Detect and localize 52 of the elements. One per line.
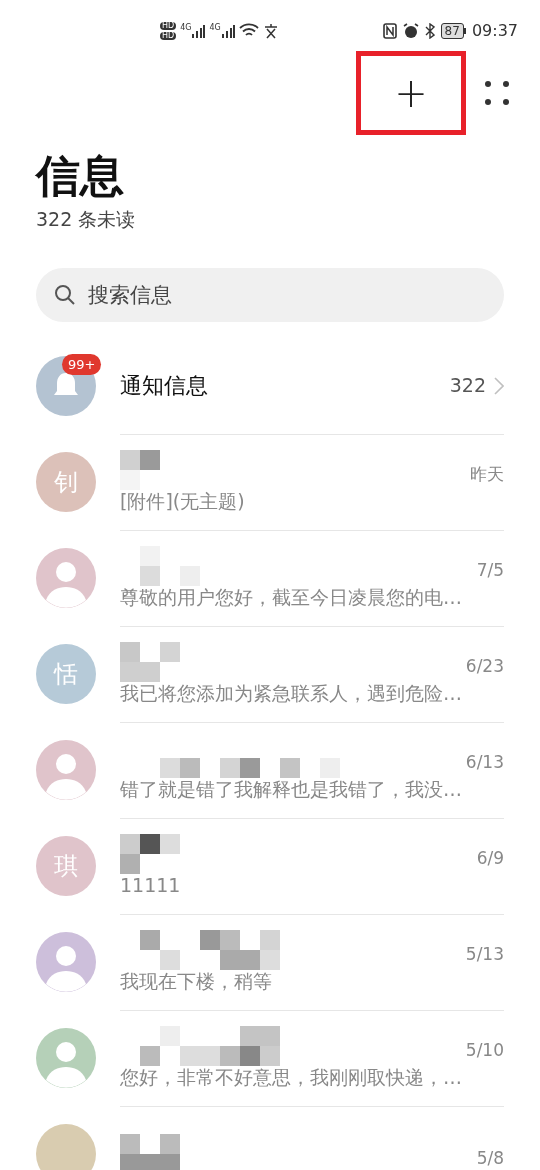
unread-count: 322 条未读	[36, 207, 137, 232]
avatar-letter: 恬	[54, 658, 78, 690]
chevron-right-icon	[494, 376, 504, 395]
avatar-letter: 琪	[54, 850, 78, 882]
conversation-date: 5/13	[465, 943, 504, 967]
search-icon	[54, 283, 76, 306]
conversation-row[interactable]: 7/5 尊敬的用户您好，截至今日凌晨您的电…	[36, 529, 504, 626]
page-title: 信息	[36, 149, 125, 203]
redacted-name-drawing	[120, 642, 180, 683]
conversation-row[interactable]: 琪 6/9 11111	[36, 817, 504, 914]
conversation-count: 322	[449, 373, 486, 399]
signal-icon	[220, 24, 235, 38]
conversation-date: 7/5	[476, 559, 504, 583]
signal-icon	[191, 24, 206, 38]
add-button[interactable]: +	[356, 51, 466, 135]
redacted-name-drawing	[120, 1134, 180, 1170]
battery-indicator: 87	[440, 23, 466, 39]
alarm-icon	[402, 23, 419, 39]
conversation-date: 5/10	[465, 1039, 504, 1063]
conversation-date: 6/23	[465, 655, 504, 679]
message-preview: 错了就是错了我解释也是我错了，我没…	[120, 778, 463, 802]
redacted-name-drawing	[120, 450, 160, 491]
avatar-letter: 钊	[54, 466, 78, 498]
bluetooth-icon	[424, 23, 435, 39]
network-type: 4G	[209, 24, 221, 32]
conversation-row[interactable]: 恬 6/23 我已将您添加为紧急联系人，遇到危险…	[36, 625, 504, 722]
conversation-date: 昨天	[470, 463, 504, 487]
unread-badge: 99+	[62, 353, 102, 375]
nfc-icon	[382, 23, 397, 39]
conversation-date: 6/13	[465, 751, 504, 775]
message-preview: 我现在下楼，稍等	[120, 970, 273, 994]
conversation-date: 6/9	[476, 847, 504, 871]
conversation-row[interactable]: 6/13 错了就是错了我解释也是我错了，我没…	[36, 721, 504, 818]
message-preview: 尊敬的用户您好，截至今日凌晨您的电…	[120, 586, 463, 610]
more-icon[interactable]	[484, 80, 510, 106]
message-preview: 11111	[120, 874, 182, 898]
message-preview: 您好，非常不好意思，我刚刚取快递，…	[120, 1066, 463, 1090]
conversation-row[interactable]: 钊 昨天 [附件](无主题)	[36, 433, 504, 530]
conversation-row[interactable]: 5/10 您好，非常不好意思，我刚刚取快递，…	[36, 1009, 504, 1106]
input-method-icon	[262, 23, 279, 39]
clock: 09:37	[471, 20, 518, 42]
network-type: 4G	[180, 24, 192, 32]
conversation-name: 通知信息	[120, 372, 208, 400]
notification-row[interactable]: 99+ 通知信息 322	[36, 337, 504, 434]
message-preview: 我已将您添加为紧急联系人，遇到危险…	[120, 682, 463, 706]
redacted-name-drawing	[120, 834, 180, 875]
search-field[interactable]: 搜索信息	[36, 267, 504, 322]
conversation-row[interactable]: 5/8	[36, 1105, 504, 1170]
conversation-date: 5/8	[476, 1147, 504, 1170]
conversation-row[interactable]: 5/13 我现在下楼，稍等	[36, 913, 504, 1010]
redacted-name-drawing	[140, 546, 200, 587]
message-preview: [附件](无主题)	[120, 490, 246, 514]
